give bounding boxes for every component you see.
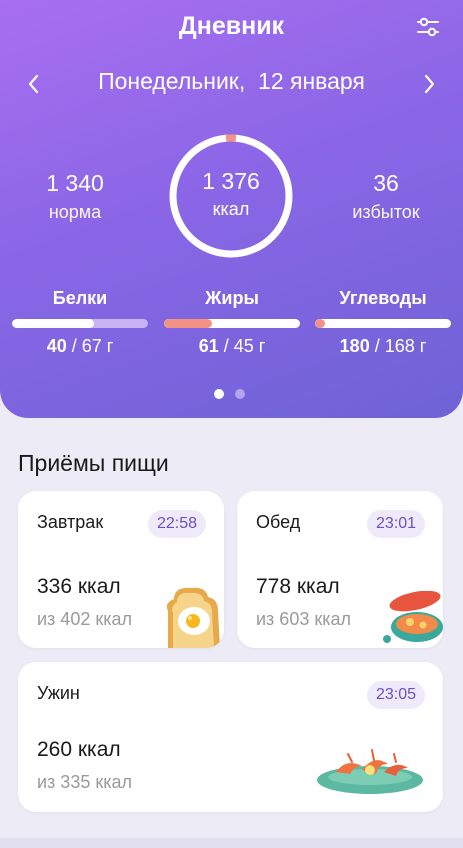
casserole-pot-icon — [383, 591, 443, 643]
excess-stat: 36 избыток — [316, 170, 456, 223]
macro-progress-fill — [164, 319, 212, 328]
macro-protein: Белки 40 / 67 г — [12, 288, 148, 357]
meal-name: Обед — [256, 512, 301, 532]
meals-section-title: Приёмы пищи — [18, 450, 169, 476]
macro-name: Жиры — [205, 288, 259, 308]
norm-stat: 1 340 норма — [5, 170, 145, 223]
page-dot[interactable] — [235, 389, 245, 399]
meal-card-lunch[interactable]: Обед 23:01 778 ккал из 603 ккал — [237, 491, 443, 648]
macro-target: / 45 г — [218, 336, 266, 356]
meal-time-badge: 23:05 — [366, 681, 425, 709]
page-title: Дневник — [178, 12, 285, 40]
chevron-right-icon[interactable] — [415, 70, 443, 98]
meal-kcal: 778 ккал — [256, 575, 340, 598]
meal-kcal-target: из 603 ккал — [256, 609, 352, 629]
meal-time-badge: 22:58 — [147, 510, 206, 538]
macro-carbs: Углеводы 180 / 168 г — [315, 288, 451, 357]
macro-fat: Жиры 61 / 45 г — [164, 288, 300, 357]
excess-label: избыток — [352, 202, 420, 222]
meal-kcal: 260 ккал — [37, 738, 121, 761]
macro-progress-bar — [164, 319, 300, 328]
norm-value: 1 340 — [46, 170, 104, 196]
macro-progress-fill — [12, 319, 94, 328]
excess-value: 36 — [373, 170, 399, 196]
summary-header: Дневник Понедельник, 12 января 1 340 нор… — [0, 0, 463, 418]
macro-values: 40 / 67 г — [12, 336, 148, 357]
norm-label: норма — [48, 202, 102, 222]
macro-value: 40 — [46, 336, 67, 356]
current-date[interactable]: Понедельник, 12 января — [0, 68, 463, 95]
macro-progress-bar — [315, 319, 451, 328]
page-dot-active[interactable] — [214, 389, 224, 399]
macro-value: 61 — [198, 336, 219, 356]
toast-egg-icon — [166, 587, 220, 648]
shrimp-plate-icon — [317, 749, 423, 794]
bottom-bar-edge — [0, 838, 463, 848]
date-switcher: Понедельник, 12 января — [0, 64, 463, 100]
macro-target: / 67 г — [66, 336, 114, 356]
macro-values: 61 / 45 г — [164, 336, 300, 357]
macro-target: / 168 г — [369, 336, 427, 356]
macro-progress-fill — [315, 319, 325, 328]
meal-kcal-target: из 402 ккал — [37, 609, 133, 629]
page-indicator[interactable] — [214, 389, 254, 401]
macro-value: 180 — [339, 336, 370, 356]
meal-card-breakfast[interactable]: Завтрак 22:58 336 ккал из 402 ккал — [18, 491, 224, 648]
meal-time-badge: 23:01 — [366, 510, 425, 538]
eaten-value: 1 376 — [202, 168, 260, 194]
meal-name: Ужин — [37, 683, 80, 703]
meal-kcal: 336 ккал — [37, 575, 121, 598]
macro-name: Белки — [52, 288, 108, 308]
macro-name: Углеводы — [339, 288, 427, 308]
macro-progress-bar — [12, 319, 148, 328]
macro-values: 180 / 168 г — [315, 336, 451, 357]
meal-card-dinner[interactable]: Ужин 23:05 260 ккал из 335 ккал — [18, 662, 443, 812]
meal-kcal-target: из 335 ккал — [37, 772, 133, 792]
eaten-label: ккал — [212, 199, 250, 219]
filter-icon[interactable] — [415, 14, 441, 40]
meal-name: Завтрак — [37, 512, 104, 532]
eaten-stat: 1 376 ккал — [167, 168, 295, 220]
